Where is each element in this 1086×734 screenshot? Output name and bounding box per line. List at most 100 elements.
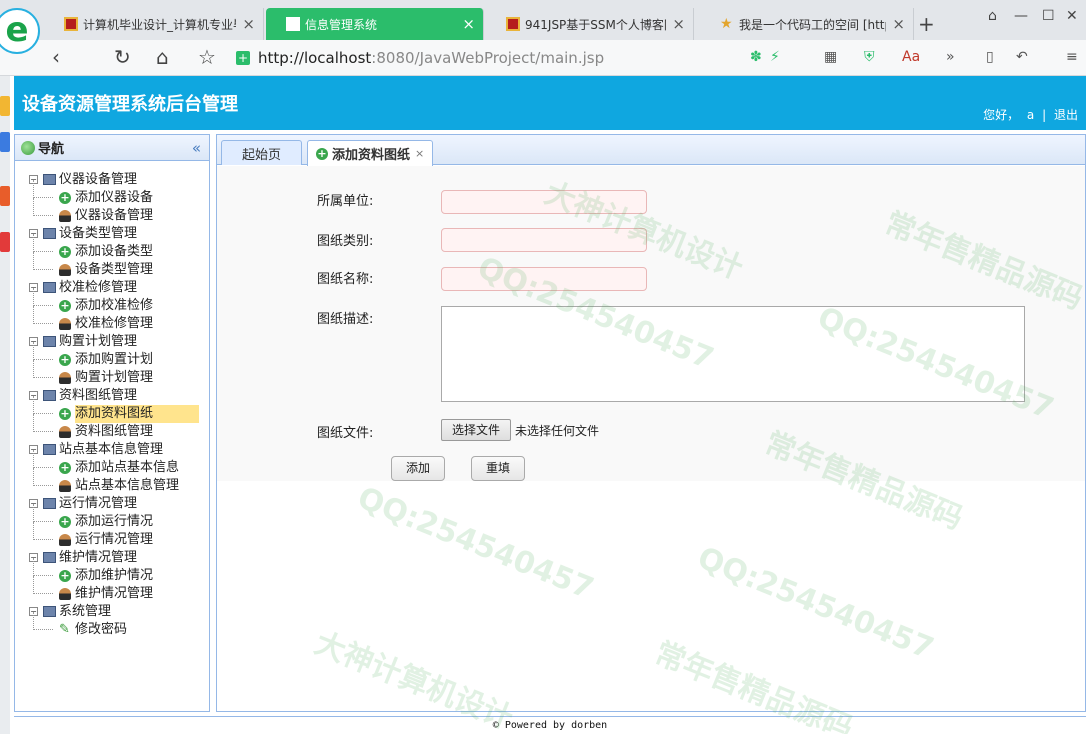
back-icon[interactable]: ‹ (52, 46, 60, 68)
browser-tab-title: 我是一个代码工的空间 [http: (739, 17, 887, 32)
add-icon: + (59, 461, 71, 474)
close-icon[interactable]: × (892, 15, 905, 33)
translate-icon[interactable]: Aa (902, 49, 920, 65)
add-icon: + (59, 515, 71, 528)
nav-item-label: 校准检修管理 (75, 316, 154, 331)
menu-icon[interactable]: ≡ (1066, 49, 1078, 65)
nav-group-label: 站点基本信息管理 (59, 442, 164, 457)
new-tab-button[interactable]: + (918, 12, 935, 36)
nav-item[interactable]: 维护情况管理 (25, 576, 209, 603)
lightning-icon[interactable]: ⚡ (770, 49, 780, 65)
add-icon: + (316, 146, 328, 160)
nav-group-label: 运行情况管理 (59, 496, 138, 511)
nav-item-label: 仪器设备管理 (75, 208, 154, 223)
nav-group-label: 系统管理 (59, 604, 112, 619)
close-tab-icon[interactable]: × (415, 147, 424, 160)
browser-tab-1[interactable]: 计算机毕业设计_计算机专业毕 × (44, 8, 264, 40)
name-input[interactable] (441, 267, 647, 291)
tab-add-drawing[interactable]: + 添加资料图纸 × (307, 140, 434, 166)
minimize-icon[interactable]: — (1014, 8, 1028, 24)
add-icon: + (59, 407, 71, 420)
nav-item-label: 添加运行情况 (75, 514, 154, 529)
tab-label: 添加资料图纸 (332, 148, 411, 163)
maximize-icon[interactable]: ☐ (1042, 8, 1055, 24)
user-icon (59, 588, 71, 600)
tree-line (33, 180, 53, 198)
nav-item[interactable]: ✎ 修改密码 (25, 612, 209, 639)
tree-line (33, 576, 53, 594)
choose-file-button[interactable]: 选择文件 (441, 419, 511, 441)
undo-icon[interactable]: ↶ (1016, 49, 1028, 65)
bookmark-star-icon[interactable]: ☆ (198, 46, 216, 68)
red-square-icon (506, 17, 520, 31)
add-icon: + (59, 191, 71, 204)
username: a (1026, 108, 1035, 122)
pencil-icon: ✎ (59, 622, 70, 637)
nav-item-label: 运行情况管理 (75, 532, 154, 547)
browser-tab-2[interactable]: 信息管理系统 × (266, 8, 484, 40)
nav-item[interactable]: 校准检修管理 (25, 306, 209, 333)
speed-icon[interactable]: ✽ (750, 49, 762, 65)
url-host: http://localhost (258, 49, 372, 67)
tree-line (33, 252, 53, 270)
user-icon (59, 210, 71, 222)
tree-line (33, 288, 53, 306)
nav-item[interactable]: 站点基本信息管理 (25, 468, 209, 495)
home-icon[interactable]: ⌂ (156, 46, 169, 68)
nav-title: 导航 (38, 142, 65, 157)
submit-button[interactable]: 添加 (391, 456, 445, 481)
browser-tab-title: 信息管理系统 (305, 17, 378, 32)
desc-textarea[interactable] (441, 306, 1025, 402)
nav-item[interactable]: 购置计划管理 (25, 360, 209, 387)
security-icon[interactable]: ⛨ (864, 49, 875, 65)
content-panel: 起始页 + 添加资料图纸 × 所属单位: 图纸类别: 图纸名称: 图纸描述: 图… (216, 134, 1086, 712)
page-title: 设备资源管理系统后台管理 (22, 94, 238, 115)
nav-group-label: 校准检修管理 (59, 280, 138, 295)
nav-item-label: 修改密码 (75, 622, 128, 637)
user-icon (59, 372, 71, 384)
nav-item-label: 添加校准检修 (75, 298, 154, 313)
tree-line (33, 468, 53, 486)
type-label: 图纸类别: (317, 234, 374, 249)
sidebar-shortcut-icon[interactable] (0, 96, 10, 116)
type-input[interactable] (441, 228, 647, 252)
user-icon (59, 480, 71, 492)
nav-group-label: 维护情况管理 (59, 550, 138, 565)
apps-icon[interactable]: ▦ (824, 49, 837, 65)
browser-tab-title: 941JSP基于SSM个人博客网站 (525, 17, 666, 32)
nav-item[interactable]: 资料图纸管理 (25, 414, 209, 441)
sidebar-shortcut-icon[interactable] (0, 132, 10, 152)
nav-item[interactable]: 仪器设备管理 (25, 198, 209, 225)
user-icon (59, 426, 71, 438)
nav-item[interactable]: 运行情况管理 (25, 522, 209, 549)
tab-home[interactable]: 起始页 (221, 140, 303, 165)
unit-input[interactable] (441, 190, 647, 214)
more-icon[interactable]: » (946, 49, 955, 65)
nav-item[interactable]: 设备类型管理 (25, 252, 209, 279)
app-header: 设备资源管理系统后台管理 您好， a | 退出 (14, 76, 1086, 130)
nav-group-label: 设备类型管理 (59, 226, 138, 241)
close-window-icon[interactable]: ✕ (1066, 8, 1078, 24)
nav-group-label: 仪器设备管理 (59, 172, 138, 187)
close-icon[interactable]: × (462, 15, 475, 33)
shirt-skin-icon[interactable]: ⌂ (988, 8, 997, 24)
browser-tab-title: 计算机毕业设计_计算机专业毕 (83, 17, 237, 32)
reader-icon[interactable]: ▯ (986, 49, 994, 65)
browser-tab-3[interactable]: 941JSP基于SSM个人博客网站 × (486, 8, 694, 40)
tree-line (33, 504, 53, 522)
address-bar[interactable]: + http://localhost :8080/JavaWebProject/… (236, 46, 792, 70)
nav-item-label: 添加维护情况 (75, 568, 154, 583)
add-icon: + (59, 299, 71, 312)
browser-tab-4[interactable]: ★ 我是一个代码工的空间 [http: × (700, 8, 914, 40)
logout-link[interactable]: 退出 (1054, 108, 1078, 122)
page: 设备资源管理系统后台管理 您好， a | 退出 导航 « − 仪器设备管理 + 添加仪… (0, 76, 1086, 734)
browser-toolbar: ‹ ↻ ⌂ ☆ + http://localhost :8080/JavaWeb… (0, 40, 1086, 76)
url-path: :8080/JavaWebProject/main.jsp (371, 49, 605, 67)
close-icon[interactable]: × (672, 15, 685, 33)
close-icon[interactable]: × (242, 15, 255, 33)
sidebar-shortcut-icon[interactable] (0, 232, 10, 252)
reload-icon[interactable]: ↻ (114, 46, 131, 68)
sidebar-shortcut-icon[interactable] (0, 186, 10, 206)
collapse-icon[interactable]: « (192, 139, 201, 157)
reset-button[interactable]: 重填 (471, 456, 525, 481)
